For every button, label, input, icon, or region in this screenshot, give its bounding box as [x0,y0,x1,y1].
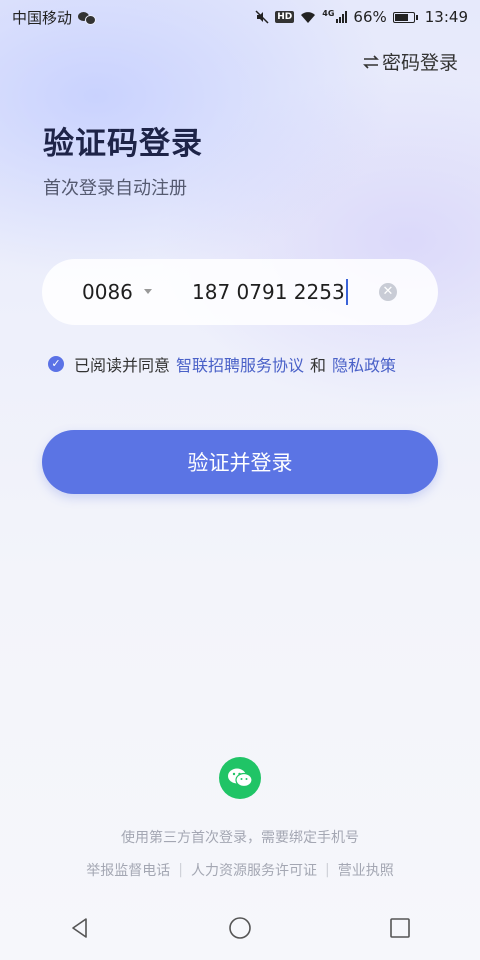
carrier-name: 中国移动 [12,8,73,27]
text-cursor [345,279,348,305]
business-license-link[interactable]: 营业执照 [338,860,394,880]
status-left: 中国移动 [12,7,97,28]
wechat-login-button[interactable] [219,757,261,799]
chevron-down-icon[interactable] [144,289,152,294]
agreement-prefix: 已阅读并同意 [74,356,171,375]
agreement-and: 和 [310,356,327,375]
wechat-icon [228,768,253,788]
nav-back-button[interactable] [50,908,110,948]
clear-icon[interactable]: ✕ [379,283,397,301]
report-phone-link[interactable]: 举报监督电话 [86,860,170,880]
system-nav-bar [0,896,480,960]
phone-number-input[interactable]: 187 0791 2253 [192,259,372,325]
phone-input-box: 0086 187 0791 2253 ✕ [42,259,438,325]
home-circle-icon [229,917,251,939]
network-type: 4G [322,8,335,18]
hr-license-link[interactable]: 人力资源服务许可证 [191,860,317,880]
signal-icon [336,11,348,23]
battery-percent: 66% [353,8,387,26]
swap-arrows-icon [363,54,379,69]
mute-icon [255,10,269,24]
service-agreement-link[interactable]: 智联招聘服务协议 [176,352,304,376]
clock: 13:49 [424,8,468,26]
back-triangle-icon [72,918,87,938]
country-code-value: 0086 [82,280,133,304]
page-subtitle: 首次登录自动注册 [43,178,187,199]
wifi-icon [301,11,316,23]
verify-login-button[interactable]: 验证并登录 [42,430,438,494]
third-party-note: 使用第三方首次登录，需要绑定手机号 [121,830,359,846]
hd-badge: HD [275,11,295,23]
nav-recents-button[interactable] [370,908,430,948]
battery-icon [392,11,418,23]
nav-home-button[interactable] [210,908,270,948]
wechat-notification-icon [78,10,97,25]
phone-number-value: 187 0791 2253 [192,280,345,304]
status-right: HD 4G 66% 13:49 [255,8,468,26]
recents-square-icon [390,918,410,938]
checkbox-checked-icon[interactable]: ✓ [48,356,64,372]
footer-divider: | [178,862,183,878]
country-code-selector[interactable]: 0086 [82,259,133,325]
footer-divider: | [325,862,330,878]
password-login-label: 密码登录 [381,52,458,74]
page-title: 验证码登录 [43,126,203,162]
agreement-row: ✓ 已阅读并同意 智联招聘服务协议 和 隐私政策 [48,352,396,376]
privacy-policy-link[interactable]: 隐私政策 [332,352,396,376]
footer-links: 举报监督电话 | 人力资源服务许可证 | 营业执照 [0,860,480,880]
status-bar: 中国移动 HD 4G 66% 13:49 [0,0,480,34]
password-login-link[interactable]: 密码登录 [362,48,458,75]
